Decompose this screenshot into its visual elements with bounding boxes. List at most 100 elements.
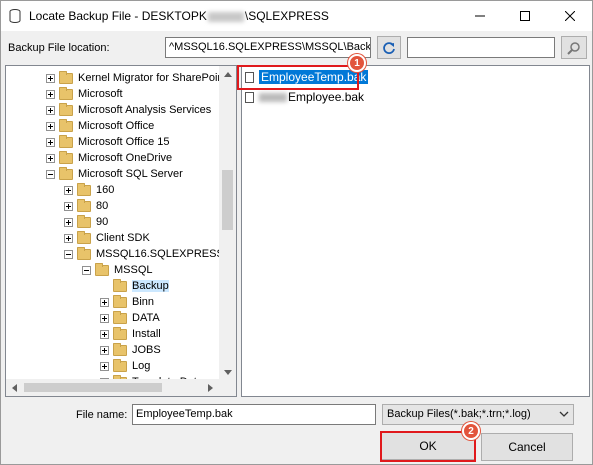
folder-icon	[113, 294, 127, 308]
folder-icon	[59, 86, 73, 100]
expand-icon[interactable]	[64, 233, 73, 243]
collapse-icon[interactable]	[46, 169, 55, 179]
tree-item[interactable]: Microsoft	[46, 86, 123, 102]
folder-icon	[113, 342, 127, 356]
tree-item-label: MSSQL	[114, 264, 153, 276]
folder-icon	[77, 214, 91, 228]
expand-icon[interactable]	[100, 297, 109, 307]
scroll-left-arrow[interactable]	[6, 379, 23, 396]
window-title-suffix: \SQLEXPRESS	[244, 9, 329, 23]
scrollbar-corner	[219, 379, 236, 396]
tree-horizontal-scroll-thumb[interactable]	[24, 383, 162, 392]
file-type-filter-select[interactable]: Backup Files(*.bak;*.trn;*.log)	[382, 404, 574, 425]
tree-item[interactable]: Kernel Migrator for SharePoint	[46, 70, 227, 86]
tree-item[interactable]: Microsoft Office 15	[46, 134, 170, 150]
refresh-icon	[383, 41, 395, 54]
tree-item-label: DATA	[132, 312, 160, 324]
expand-icon[interactable]	[46, 121, 55, 131]
expand-icon[interactable]	[46, 105, 55, 115]
tree-item[interactable]: 90	[64, 214, 108, 230]
expand-icon[interactable]	[100, 313, 109, 323]
minimize-icon	[474, 15, 485, 17]
chevron-down-icon	[559, 411, 569, 417]
file-item-employee[interactable]: Employee.bak	[244, 89, 364, 105]
minimize-button[interactable]	[457, 1, 502, 31]
tree-vertical-scrollbar[interactable]	[219, 66, 236, 381]
highlight-box-step-1	[237, 65, 359, 90]
file-name-input[interactable]: EmployeeTemp.bak	[132, 404, 376, 425]
expand-icon[interactable]	[46, 73, 55, 83]
tree-item[interactable]: Client SDK	[64, 230, 150, 246]
folder-icon	[113, 358, 127, 372]
close-button[interactable]	[547, 1, 592, 31]
search-button[interactable]	[561, 36, 587, 59]
scroll-up-arrow[interactable]	[219, 66, 236, 83]
refresh-button[interactable]	[377, 36, 401, 59]
folder-icon	[59, 102, 73, 116]
tree-item[interactable]: Microsoft Analysis Services	[46, 102, 211, 118]
expand-icon[interactable]	[100, 345, 109, 355]
folder-icon	[77, 246, 91, 260]
file-type-filter-value: Backup Files(*.bak;*.trn;*.log)	[387, 408, 531, 420]
folder-icon	[59, 118, 73, 132]
tree-item[interactable]: Install	[100, 326, 161, 342]
tree-item[interactable]: JOBS	[100, 342, 161, 358]
expand-icon[interactable]	[64, 217, 73, 227]
maximize-button[interactable]	[502, 1, 547, 31]
tree-item-label: Backup	[132, 280, 169, 292]
tree-item-label: Microsoft OneDrive	[78, 152, 173, 164]
file-name-label: Employee.bak	[288, 90, 365, 104]
folder-tree[interactable]: Kernel Migrator for SharePoint Microsoft M…	[5, 65, 237, 397]
folder-icon	[113, 310, 127, 324]
tree-item[interactable]: MSSQL16.SQLEXPRESS	[64, 246, 224, 262]
expand-icon[interactable]	[46, 89, 55, 99]
redacted-text	[259, 92, 287, 102]
expand-icon[interactable]	[46, 153, 55, 163]
tree-item-label: Client SDK	[96, 232, 150, 244]
tree-horizontal-scrollbar[interactable]	[6, 379, 219, 396]
search-input[interactable]	[407, 37, 555, 58]
expand-icon[interactable]	[100, 329, 109, 339]
tree-item[interactable]: 160	[64, 182, 114, 198]
tree-item[interactable]: DATA	[100, 310, 160, 326]
backup-location-input[interactable]: ^MSSQL16.SQLEXPRESS\MSSQL\Backup	[165, 37, 371, 58]
tree-item-label: 90	[96, 216, 109, 228]
backup-location-label: Backup File location:	[8, 42, 110, 54]
step-badge-1: 1	[348, 54, 366, 72]
tree-item-label: MSSQL16.SQLEXPRESS	[96, 248, 224, 260]
folder-icon	[95, 262, 109, 276]
collapse-icon[interactable]	[64, 249, 73, 259]
maximize-icon	[519, 11, 530, 21]
folder-icon	[59, 70, 73, 84]
tree-item[interactable]: MSSQL	[82, 262, 153, 278]
expand-icon[interactable]	[64, 201, 73, 211]
folder-icon	[59, 166, 73, 180]
tree-item-label: Microsoft Office 15	[78, 136, 170, 148]
scroll-right-arrow[interactable]	[202, 379, 219, 396]
highlight-box-step-2	[380, 431, 476, 462]
folder-icon	[113, 278, 127, 292]
file-list[interactable]: EmployeeTemp.bak Employee.bak	[241, 65, 590, 397]
tree-vertical-scroll-thumb[interactable]	[222, 170, 233, 230]
expand-icon[interactable]	[64, 185, 73, 195]
tree-item[interactable]: Microsoft OneDrive	[46, 150, 172, 166]
tree-item[interactable]: Backup	[100, 278, 169, 294]
folder-icon	[77, 198, 91, 212]
tree-item-label: Microsoft Office	[78, 120, 155, 132]
tree-item[interactable]: Microsoft Office	[46, 118, 154, 134]
cancel-button[interactable]: Cancel	[481, 433, 573, 461]
collapse-icon[interactable]	[82, 265, 91, 275]
close-icon	[564, 11, 575, 21]
tree-item-label: Microsoft SQL Server	[78, 168, 183, 180]
tree-item[interactable]: Binn	[100, 294, 154, 310]
step-badge-2: 2	[462, 422, 480, 440]
tree-item[interactable]: Microsoft SQL Server	[46, 166, 183, 182]
tree-item-label: Log	[132, 360, 151, 372]
tree-item[interactable]: 80	[64, 198, 108, 214]
folder-icon	[77, 182, 91, 196]
tree-item-label: Microsoft	[78, 88, 123, 100]
expand-icon[interactable]	[100, 361, 109, 371]
tree-item[interactable]: Log	[100, 358, 150, 374]
tree-item-label: JOBS	[132, 344, 161, 356]
expand-icon[interactable]	[46, 137, 55, 147]
